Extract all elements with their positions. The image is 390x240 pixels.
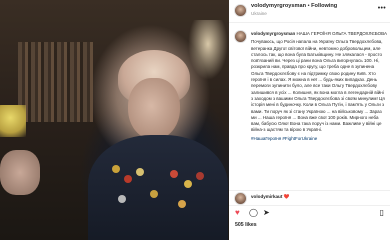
action-bar: ♥ ◯ ➤ ▯ (229, 205, 390, 220)
share-icon[interactable]: ➤ (263, 209, 270, 217)
caption-username[interactable]: volodymyrgroysman (251, 31, 295, 36)
header-user-line: volodymyrgroysman • Following (251, 3, 337, 9)
save-bookmark-icon[interactable]: ▯ (380, 209, 384, 217)
medal (178, 200, 186, 208)
likes-count[interactable]: 505 likes (235, 222, 257, 228)
face (128, 78, 180, 140)
bookshelf (18, 42, 93, 122)
lamp (188, 20, 228, 80)
caption-avatar[interactable] (234, 30, 247, 43)
medal (112, 165, 120, 173)
medal (150, 190, 158, 198)
more-options-icon[interactable]: ••• (378, 5, 386, 12)
like-heart-icon[interactable]: ♥ (235, 209, 240, 217)
caption-title: НАША ГЕРОЇНЯ ОЛЬГА ТВЕРДОХЛЄБОВА (296, 31, 387, 36)
flowers (0, 105, 26, 137)
comment-avatar[interactable] (234, 192, 247, 205)
header-username[interactable]: volodymyrgroysman (251, 3, 306, 9)
hand (0, 150, 40, 195)
medal (170, 170, 178, 178)
comment: volodymirkaut ❤️ (251, 194, 289, 200)
caption-body: Почуваюсь, що Росія напала на Україну Ол… (251, 39, 385, 133)
medal (136, 168, 144, 176)
uniform-jacket (88, 135, 228, 240)
divider (229, 190, 390, 191)
post-sidebar: volodymyrgroysman • Following Ukraine ••… (229, 0, 390, 240)
comment-icon[interactable]: ◯ (249, 209, 258, 217)
medal (118, 195, 126, 203)
following-button[interactable]: Following (311, 3, 337, 9)
medal (196, 172, 204, 180)
post-photo[interactable] (0, 0, 229, 240)
post-header: volodymyrgroysman • Following Ukraine ••… (229, 0, 390, 23)
comment-username[interactable]: volodymirkaut (251, 194, 282, 199)
caption-hashtags[interactable]: #НашаГероїня #FightForUkraine (251, 136, 387, 142)
medal (124, 175, 132, 183)
avatar[interactable] (234, 4, 247, 17)
header-separator: • (307, 3, 310, 9)
medal (184, 180, 192, 188)
comment-text: ❤️ (283, 194, 290, 199)
post-caption: volodymyrgroysman НАША ГЕРОЇНЯ ОЛЬГА ТВЕ… (251, 31, 387, 142)
location-label[interactable]: Ukraine (251, 11, 267, 16)
